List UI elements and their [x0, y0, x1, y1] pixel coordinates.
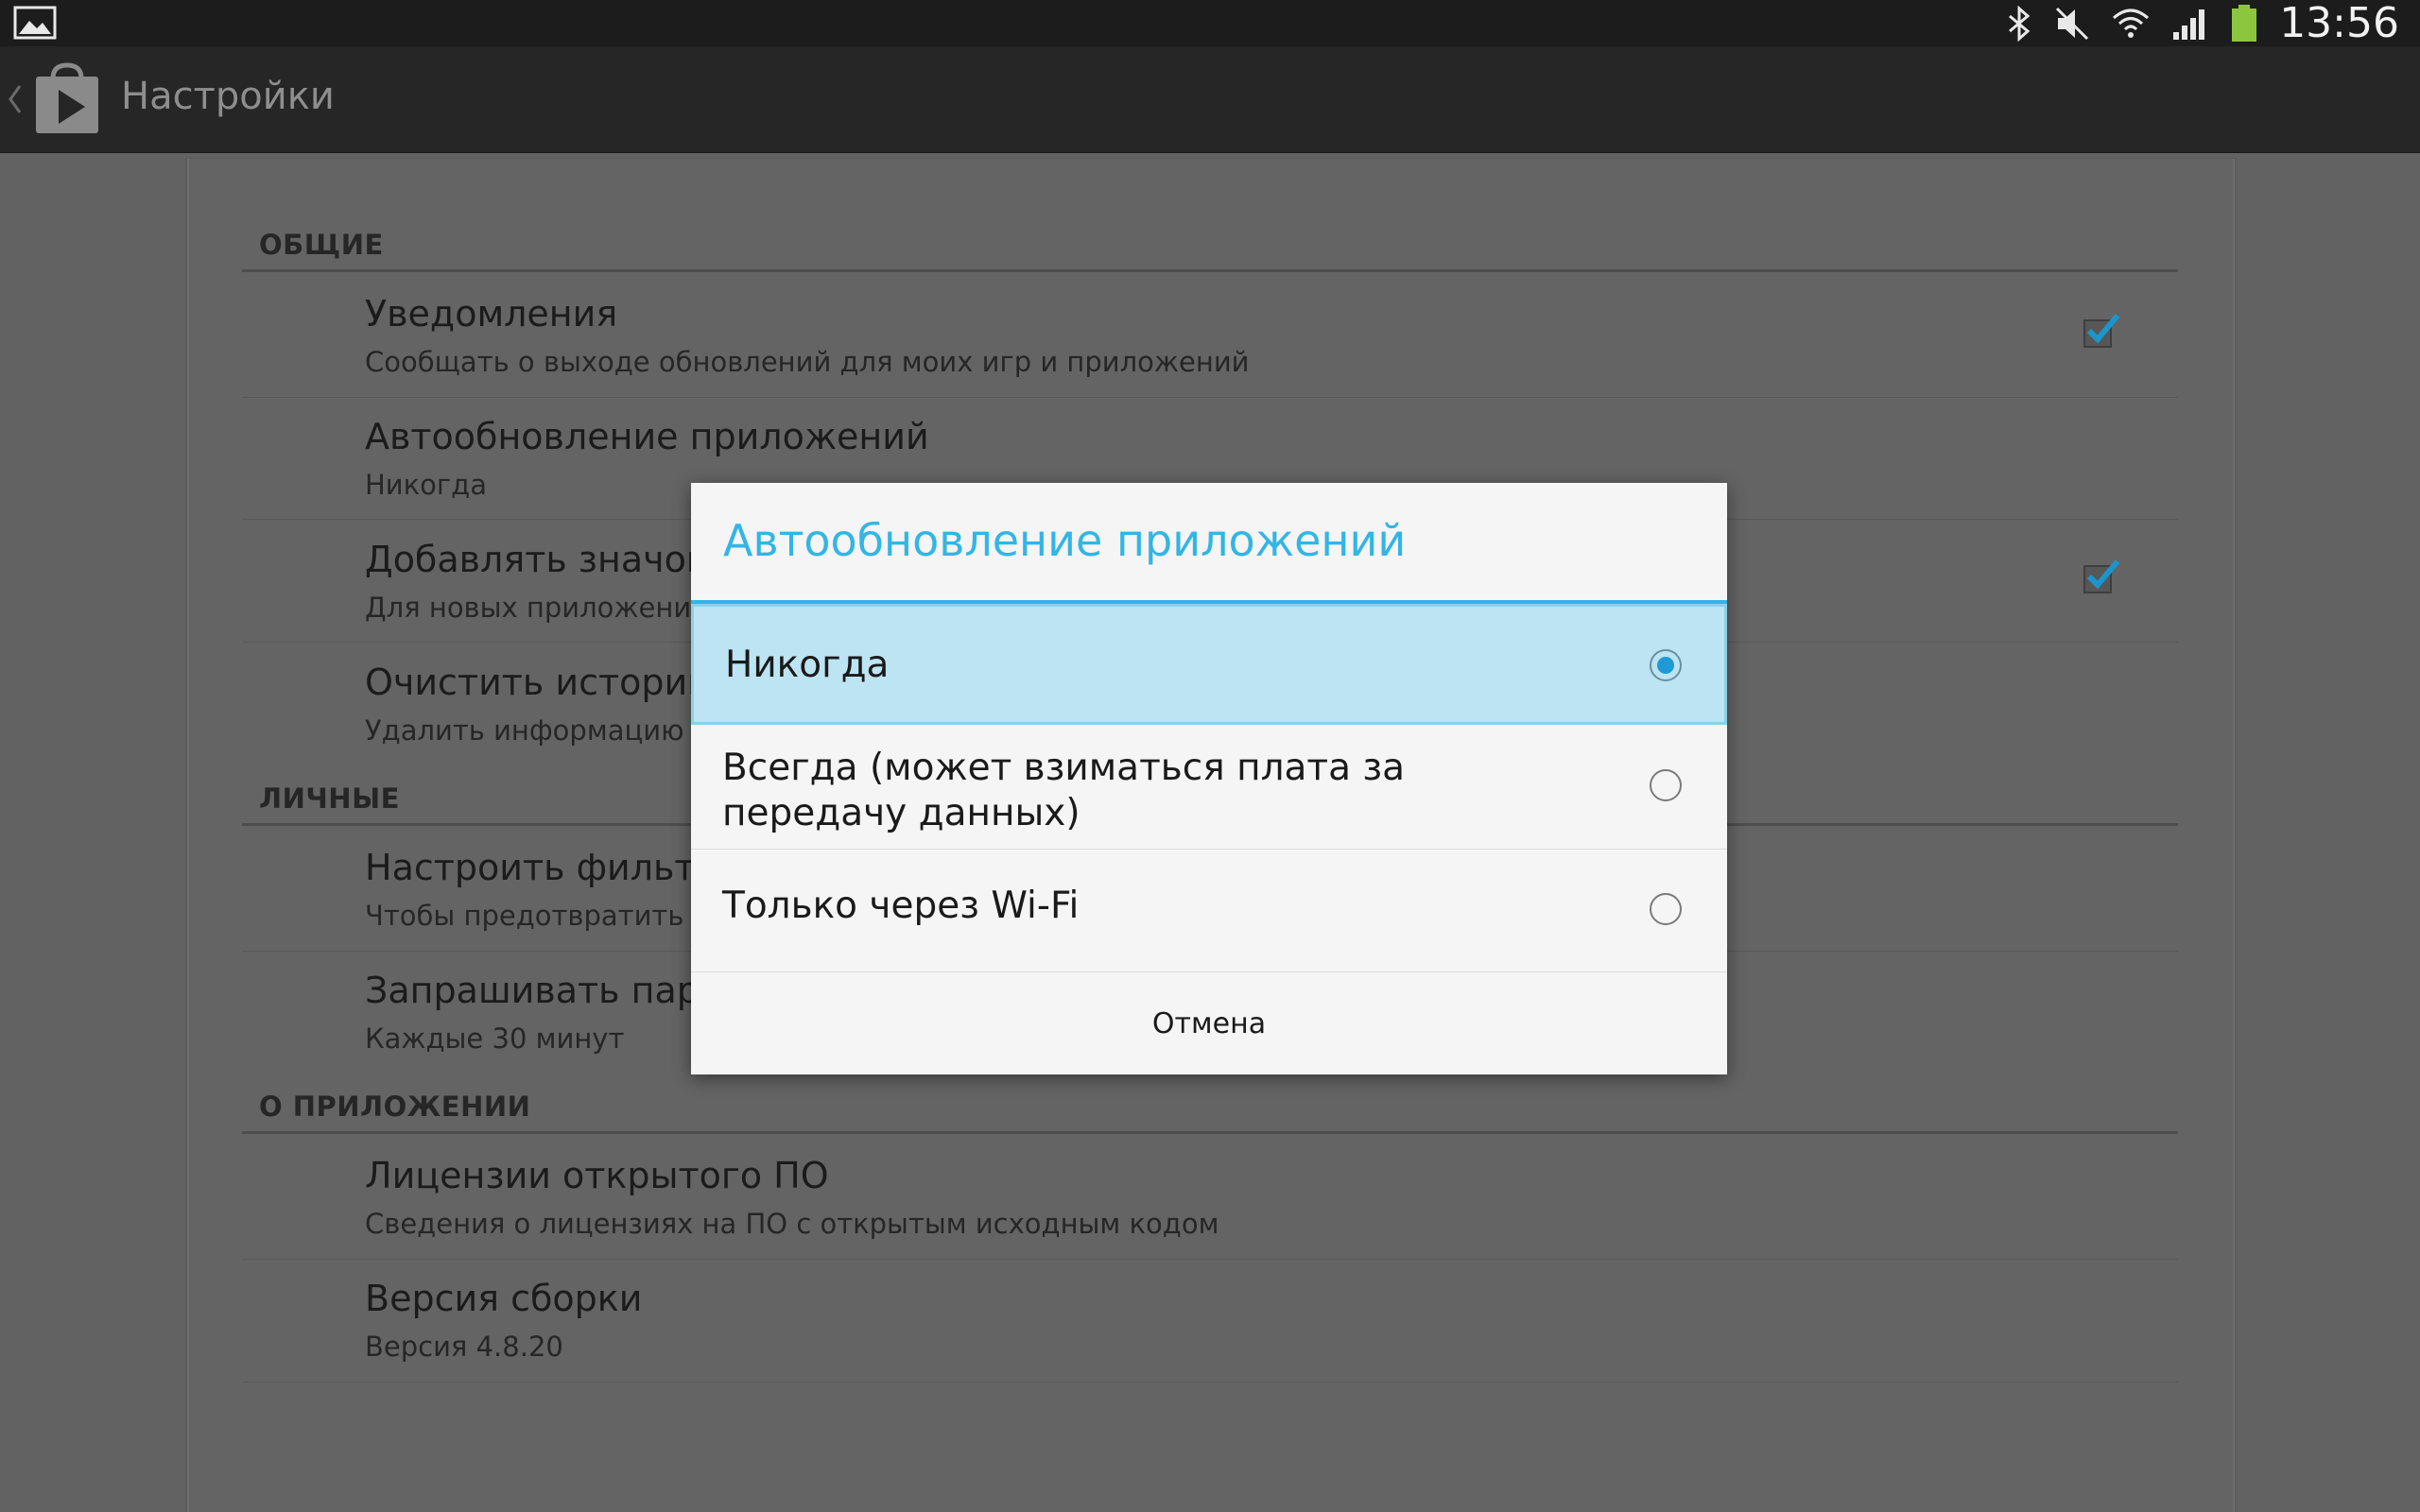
pref-summary: Сообщать о выходе обновлений для моих иг…	[365, 346, 1250, 378]
category-divider	[242, 1131, 2178, 1134]
pref-summary: Сведения о лицензиях на ПО с открытым ис…	[365, 1208, 1219, 1240]
radio-button[interactable]	[1650, 893, 1682, 925]
category-divider	[242, 269, 2178, 272]
radio-button-selected[interactable]	[1650, 649, 1682, 681]
add-icon-checkbox[interactable]	[2083, 559, 2120, 593]
pref-summary: Для новых приложени	[365, 592, 692, 624]
pref-summary: Версия 4.8.20	[365, 1331, 563, 1363]
pref-title: Версия сборки	[365, 1278, 643, 1319]
gallery-icon	[13, 6, 57, 43]
option-wifi-only[interactable]: Только через Wi-Fi	[691, 850, 1727, 971]
pref-summary: Каждые 30 минут	[365, 1022, 625, 1055]
pref-title: Запрашивать парс	[365, 970, 719, 1011]
pref-title: Автообновление приложений	[365, 416, 929, 457]
row-divider	[242, 397, 2178, 398]
battery-icon	[2230, 4, 2258, 43]
page-title: Настройки	[121, 75, 335, 118]
option-label: Никогда	[725, 644, 890, 686]
option-always[interactable]: Всегда (может взиматься плата за передач…	[691, 725, 1727, 846]
category-header-general: ОБЩИЕ	[259, 229, 384, 261]
dialog-title: Автообновление приложений	[723, 515, 1407, 566]
checkmark-icon	[2086, 559, 2120, 590]
pref-title: Настроить фильтр	[365, 847, 718, 888]
checkmark-icon	[2086, 314, 2120, 344]
pref-title: Лицензии открытого ПО	[365, 1155, 829, 1196]
pref-title: Уведомления	[365, 293, 618, 335]
option-label: Только через Wi-Fi	[722, 885, 1080, 927]
cancel-button[interactable]: Отмена	[691, 972, 1727, 1074]
status-bar: 13:56	[0, 0, 2420, 46]
radio-button[interactable]	[1650, 769, 1682, 801]
pref-summary: Никогда	[365, 469, 487, 501]
radio-dot	[1657, 657, 1674, 674]
row-divider	[242, 1382, 2178, 1383]
auto-update-dialog: Автообновление приложений Никогда Всегда…	[691, 483, 1727, 1074]
pref-summary: Чтобы предотвратить з	[365, 900, 708, 932]
bluetooth-icon	[2005, 5, 2033, 42]
category-header-about: О ПРИЛОЖЕНИИ	[259, 1091, 531, 1123]
mute-icon	[2054, 6, 2090, 42]
action-bar: Настройки	[0, 46, 2420, 153]
pref-title: Очистить историк	[365, 662, 710, 703]
wifi-icon	[2111, 6, 2151, 42]
pref-summary: Удалить информацию с	[365, 714, 708, 747]
option-never[interactable]: Никогда	[691, 604, 1727, 725]
signal-icon	[2171, 6, 2209, 42]
notifications-checkbox[interactable]	[2083, 314, 2120, 348]
pref-title: Добавлять значок	[365, 539, 708, 580]
play-store-icon[interactable]	[32, 61, 102, 139]
back-chevron-icon[interactable]	[6, 82, 25, 120]
category-header-personal: ЛИЧНЫЕ	[259, 782, 400, 815]
clock: 13:56	[2279, 0, 2399, 47]
option-label: Всегда (может взиматься плата за передач…	[722, 747, 1406, 834]
row-divider	[242, 1259, 2178, 1260]
